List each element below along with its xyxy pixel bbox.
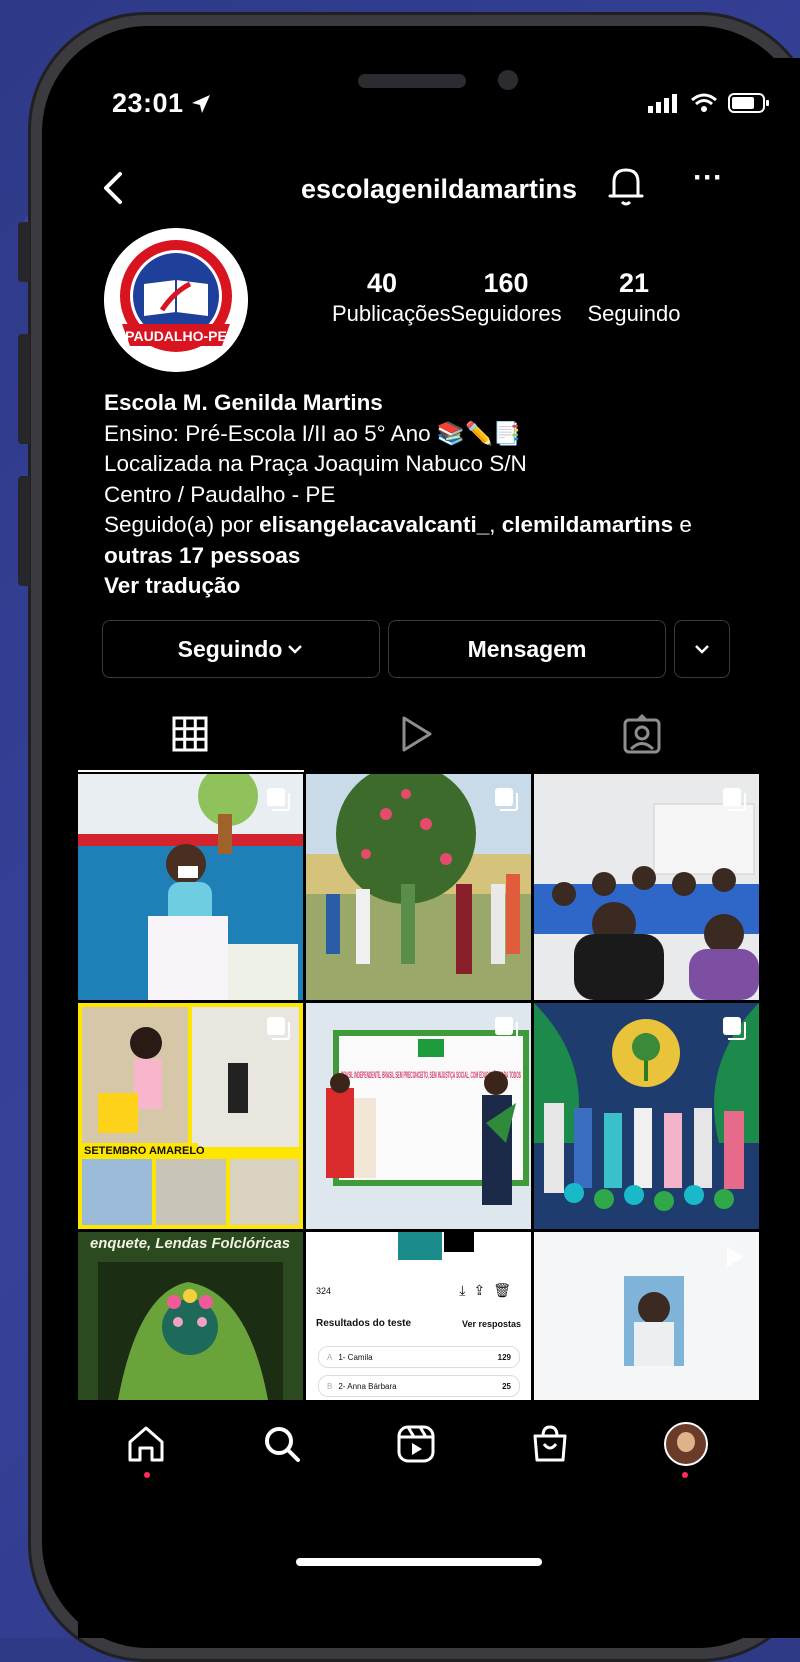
followed-by[interactable]: Seguido(a) por elisangelacavalcanti_, cl… (104, 510, 784, 541)
post-thumbnail[interactable]: enquete, Lendas Folclóricas (78, 1232, 303, 1400)
stat-followers-value: 160 (483, 268, 529, 298)
quiz-option-1-value: 129 (497, 1352, 511, 1362)
post-thumbnail[interactable] (534, 1003, 759, 1229)
post-thumbnail[interactable] (306, 774, 531, 1000)
avatar-face (677, 1432, 695, 1452)
quiz-count: 324 (316, 1286, 332, 1296)
stat-followers[interactable]: 160 Seguidores (444, 268, 568, 327)
logo-banner-text: PAUDALHO-PE (125, 328, 227, 344)
bio-line-2: Localizada na Praça Joaquim Nabuco S/N (104, 451, 527, 476)
battery-icon (728, 93, 769, 113)
active-tab-indicator (78, 770, 304, 772)
reel-icon (727, 1247, 744, 1267)
posts-grid: SETEMBRO AMARELO BRASIL INDEPENDENTE, BR… (78, 774, 800, 1400)
quiz-option-2-letter: B (327, 1381, 333, 1391)
instagram-profile-screen: 23:01 escolagenildamartins ··· PAUDALHO-… (78, 58, 800, 1638)
home-notification-dot (144, 1472, 150, 1478)
quiz-results-title: Resultados do teste (316, 1318, 412, 1329)
profile-nav-avatar[interactable] (664, 1422, 708, 1466)
post-thumbnail[interactable]: SETEMBRO AMARELO (78, 1003, 303, 1229)
post-thumbnail[interactable]: 324 ⤓⇪🗑 Resultados do teste Ver resposta… (306, 1232, 531, 1400)
volume-up-button (18, 334, 30, 444)
notch (228, 58, 640, 116)
stat-posts[interactable]: 40 Publicações (332, 268, 451, 327)
speaker (358, 74, 466, 88)
follower-sep: , (489, 512, 502, 537)
post-thumbnail[interactable] (534, 774, 759, 1000)
profile-notification-dot (682, 1472, 688, 1478)
reels-icon[interactable] (394, 1422, 438, 1466)
reels-tab-icon[interactable] (394, 712, 438, 756)
follower-1[interactable]: elisangelacavalcanti_ (259, 512, 489, 537)
carousel-icon (723, 1017, 746, 1040)
profile-header: escolagenildamartins ··· (78, 158, 800, 228)
stat-following-value: 21 (618, 268, 650, 298)
mute-switch (18, 222, 30, 282)
following-button[interactable]: Seguindo (102, 620, 380, 678)
stat-following[interactable]: 21 Seguindo (584, 268, 684, 327)
status-time-text: 23:01 (112, 88, 184, 118)
post-image: enquete, Lendas Folclóricas (78, 1232, 303, 1400)
grid-tab-icon[interactable] (168, 712, 212, 756)
bio-line-3: Centro / Paudalho - PE (104, 481, 336, 507)
chevron-down-icon (288, 645, 303, 654)
status-icons (648, 92, 770, 114)
bio-line-1: Ensino: Pré-Escola I/II ao 5° Ano 📚✏️📑 (104, 420, 521, 446)
stat-following-label: Seguindo (587, 301, 681, 326)
quiz-option-2-value: 25 (502, 1381, 511, 1391)
profile-avatar[interactable]: PAUDALHO-PE (104, 228, 248, 372)
post-thumbnail[interactable] (78, 774, 303, 1000)
stat-followers-label: Seguidores (450, 301, 562, 326)
carousel-icon (495, 1017, 518, 1040)
quiz-see-answers-link: Ver respostas (461, 1319, 521, 1329)
follower-2[interactable]: clemildamartins (502, 512, 673, 537)
front-camera (498, 70, 518, 90)
quiz-option-1-letter: A (327, 1352, 333, 1362)
post-caption-text: SETEMBRO AMARELO (84, 1145, 205, 1157)
profile-display-name: Escola M. Genilda Martins (104, 390, 383, 415)
suggestions-toggle-button[interactable] (674, 620, 730, 678)
followed-by-others[interactable]: outras 17 pessoas (104, 541, 784, 572)
post-caption-text: enquete, Lendas Folclóricas (90, 1235, 290, 1252)
followed-by-prefix: Seguido(a) por (104, 512, 260, 537)
profile-tabs (78, 698, 800, 770)
post-thumbnail[interactable] (534, 1232, 759, 1400)
follower-and: e (673, 512, 692, 537)
message-button-label: Mensagem (467, 635, 587, 662)
carousel-icon (495, 788, 518, 811)
location-arrow-icon (191, 94, 210, 113)
status-time: 23:01 (112, 88, 212, 119)
volume-down-button (18, 476, 30, 586)
story-preview-dark (444, 1232, 474, 1252)
carousel-icon (267, 1017, 290, 1040)
carousel-icon (723, 788, 746, 811)
message-button[interactable]: Mensagem (388, 620, 666, 678)
search-icon[interactable] (260, 1422, 304, 1466)
see-translation-link[interactable]: Ver tradução (104, 571, 784, 602)
home-icon[interactable] (124, 1422, 168, 1466)
school-logo: PAUDALHO-PE (104, 228, 248, 372)
more-options-icon[interactable]: ··· (688, 163, 728, 204)
quiz-option-2-label: 2- Anna Bárbara (338, 1381, 397, 1391)
following-button-label: Seguindo (177, 635, 283, 662)
stat-posts-label: Publicações (332, 301, 451, 326)
post-thumbnail[interactable]: BRASIL INDEPENDENTE, BRASIL SEM PRECONCE… (306, 1003, 531, 1229)
wifi-icon (691, 93, 717, 112)
profile-bio: Escola M. Genilda Martins Ensino: Pré-Es… (104, 388, 784, 602)
quiz-option-2: B 2- Anna Bárbara 25 (318, 1375, 520, 1397)
quiz-option-1-label: 1- Camila (338, 1352, 373, 1362)
signal-icon (648, 94, 677, 113)
bell-icon[interactable] (604, 162, 648, 210)
quiz-action-icons: ⤓⇪🗑 (459, 1282, 519, 1298)
home-indicator[interactable] (296, 1558, 542, 1566)
bottom-navigation (78, 1400, 800, 1500)
tagged-tab-icon[interactable] (620, 712, 664, 756)
chevron-down-icon (695, 645, 709, 654)
story-preview (398, 1232, 442, 1260)
stat-posts-value: 40 (366, 268, 398, 298)
carousel-icon (267, 788, 290, 811)
shop-icon[interactable] (528, 1422, 572, 1466)
quiz-option-1: A 1- Camila 129 (318, 1346, 520, 1368)
